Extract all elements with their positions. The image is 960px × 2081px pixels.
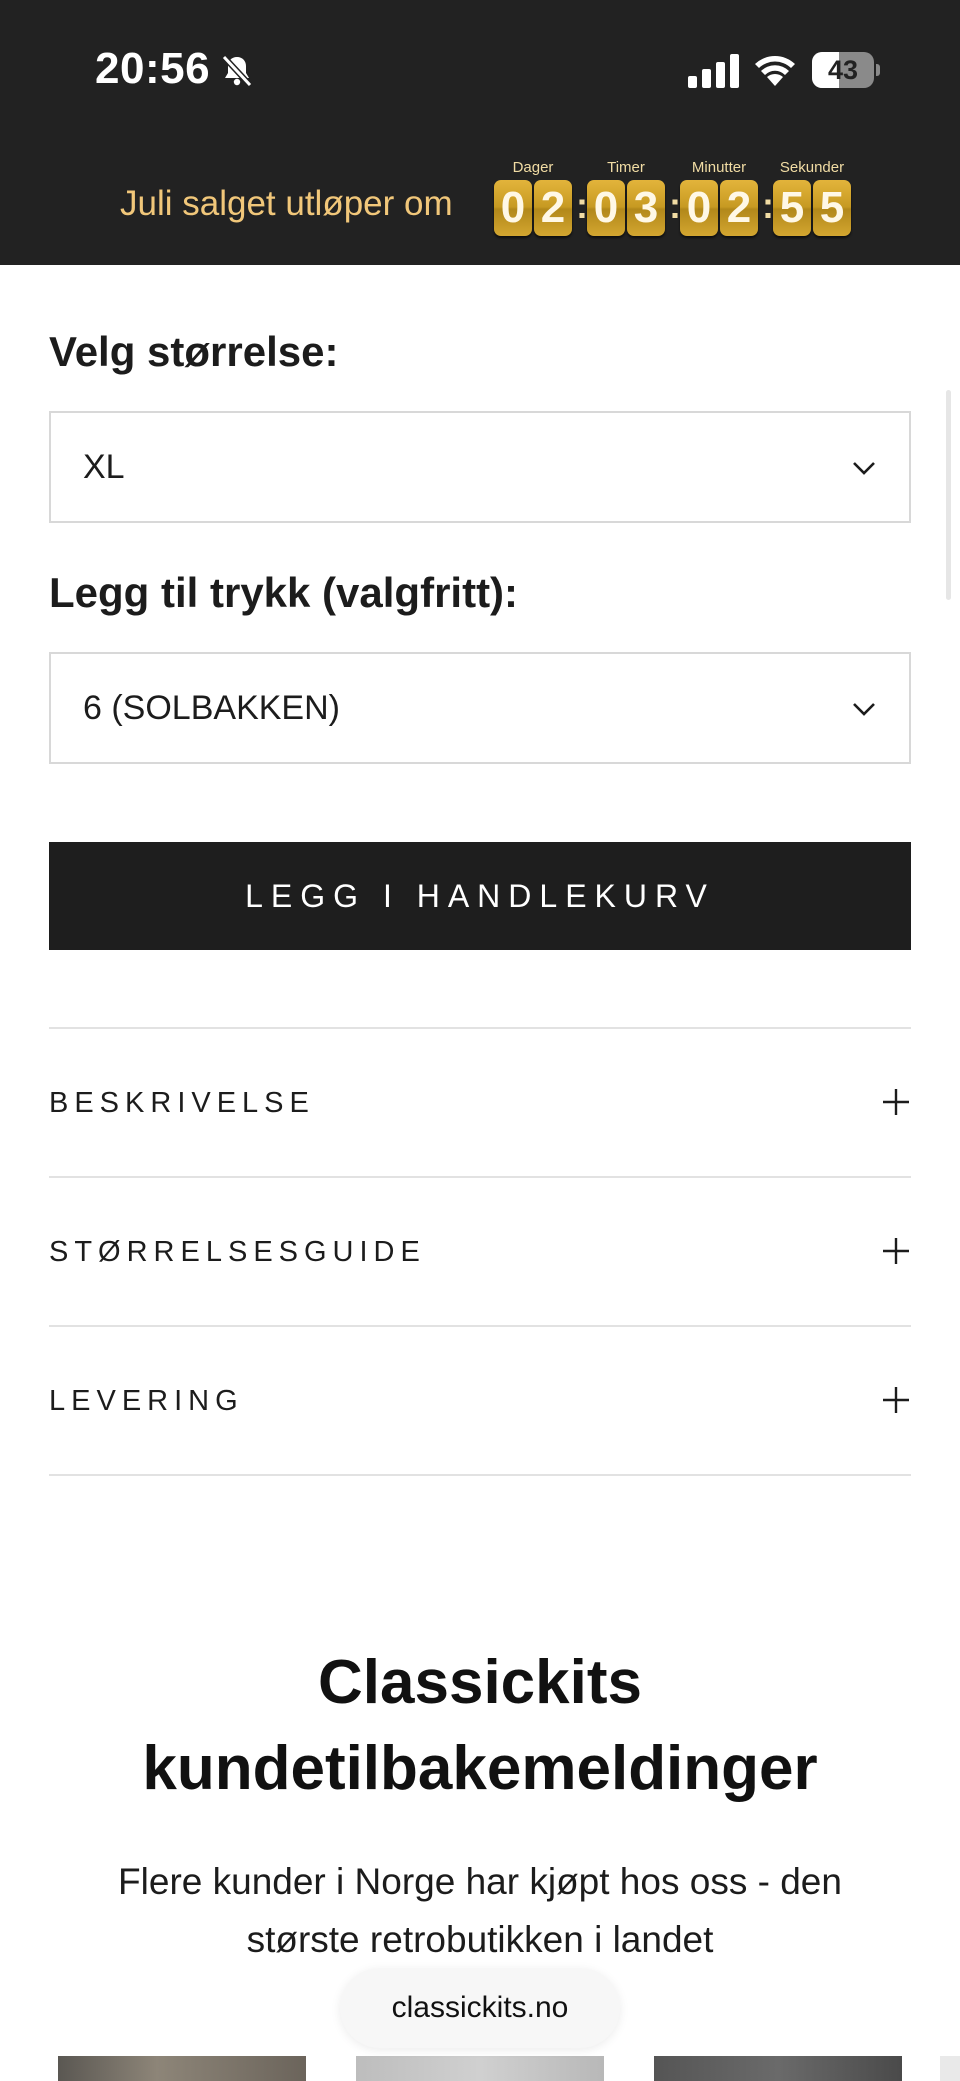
- review-thumbnail[interactable]: [356, 2056, 604, 2081]
- plus-icon: [883, 1238, 909, 1264]
- countdown-seconds: Sekunder 5 5: [772, 158, 852, 236]
- top-bar: 20:56 43 Juli salget utløper om Dager 0 …: [0, 0, 960, 265]
- plus-icon: [883, 1089, 909, 1115]
- countdown-digit: 2: [720, 180, 758, 236]
- countdown-digit: 2: [534, 180, 572, 236]
- accordion-size-guide[interactable]: STØRRELSESGUIDE: [49, 1178, 911, 1326]
- countdown-digit: 0: [494, 180, 532, 236]
- countdown-days: Dager 0 2: [493, 158, 573, 236]
- bell-muted-icon: [221, 54, 253, 88]
- accordion-label: LEVERING: [49, 1385, 244, 1417]
- countdown-minutes-label: Minutter: [691, 159, 747, 176]
- countdown-digit: 0: [587, 180, 625, 236]
- size-select-value: XL: [83, 448, 125, 486]
- size-select[interactable]: XL: [49, 411, 911, 523]
- countdown-minutes: Minutter 0 2: [679, 158, 759, 236]
- scroll-indicator[interactable]: [946, 390, 951, 600]
- accordion-delivery[interactable]: LEVERING: [49, 1327, 911, 1475]
- countdown-seconds-label: Sekunder: [779, 159, 845, 176]
- sale-banner-text: Juli salget utløper om: [120, 184, 453, 223]
- print-select-value: 6 (SOLBAKKEN): [83, 689, 340, 727]
- reviews-title-line: Classickits: [318, 1648, 642, 1717]
- battery-icon: 43: [812, 52, 880, 88]
- accordion-description[interactable]: BESKRIVELSE: [49, 1029, 911, 1177]
- plus-icon: [883, 1387, 909, 1413]
- size-select-label: Velg størrelse:: [49, 328, 339, 375]
- accordion-label: BESKRIVELSE: [49, 1087, 315, 1119]
- divider: [49, 1474, 911, 1476]
- review-thumbnail[interactable]: [654, 2056, 902, 2081]
- countdown-hours: Timer 0 3: [586, 158, 666, 236]
- countdown-digit: 3: [627, 180, 665, 236]
- countdown-digit: 0: [680, 180, 718, 236]
- countdown-digit: 5: [813, 180, 851, 236]
- review-thumbnail[interactable]: [940, 2056, 960, 2081]
- reviews-title: Classickits kundetilbakemeldinger: [80, 1640, 880, 1812]
- cellular-signal-icon: [688, 54, 739, 88]
- countdown-hours-label: Timer: [607, 159, 645, 176]
- add-to-cart-button[interactable]: LEGG I HANDLEKURV: [49, 842, 911, 950]
- review-thumbnail[interactable]: [58, 2056, 306, 2081]
- browser-address-pill[interactable]: classickits.no: [340, 1968, 620, 2048]
- chevron-down-icon: [853, 462, 875, 475]
- print-select[interactable]: 6 (SOLBAKKEN): [49, 652, 911, 764]
- print-select-label: Legg til trykk (valgfritt):: [49, 569, 519, 616]
- accordion-label: STØRRELSESGUIDE: [49, 1236, 426, 1268]
- reviews-title-line: kundetilbakemeldinger: [142, 1734, 818, 1803]
- wifi-icon: [755, 56, 795, 86]
- reviews-subtitle: Flere kunder i Norge har kjøpt hos oss -…: [118, 1861, 842, 1960]
- status-time: 20:56: [95, 44, 211, 93]
- countdown-days-label: Dager: [512, 159, 554, 176]
- battery-level: 43: [827, 55, 859, 85]
- chevron-down-icon: [853, 703, 875, 716]
- countdown-digit: 5: [773, 180, 811, 236]
